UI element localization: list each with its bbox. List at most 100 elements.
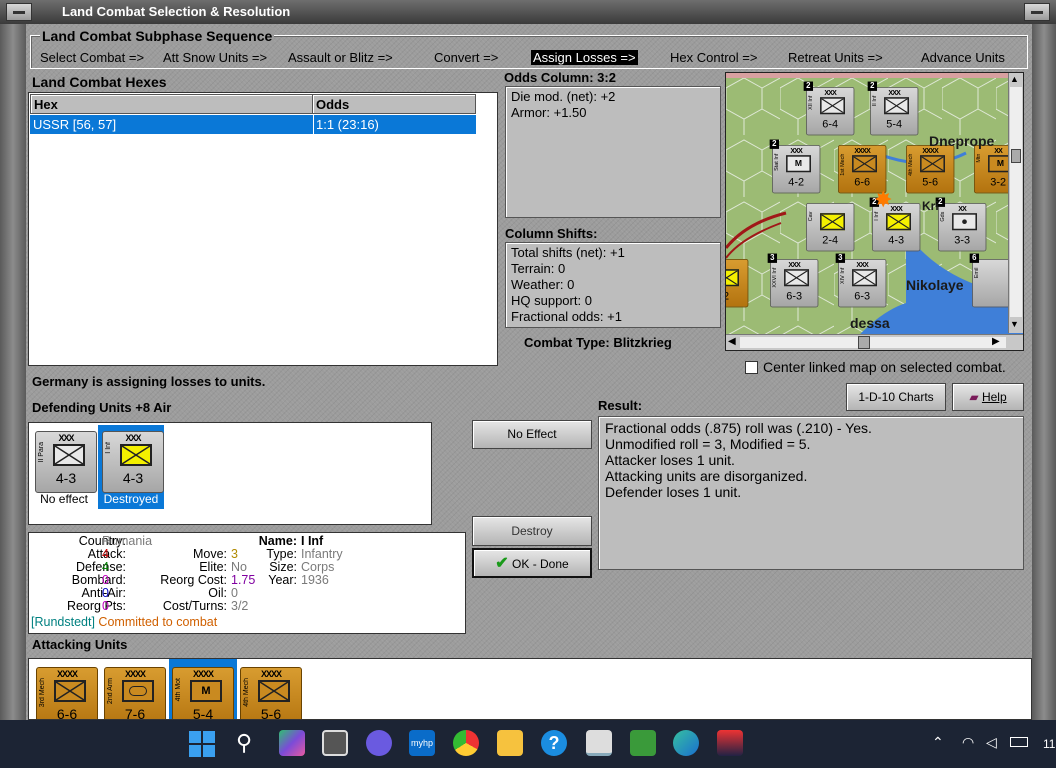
unit-symbol-icon [53,444,85,466]
notepad-icon[interactable] [630,730,656,756]
unit-symbol-icon [54,680,86,702]
chrome-icon[interactable] [453,730,479,756]
attacking-unit[interactable]: XXXX 4th Mech 5-6 [237,659,305,720]
defending-title: Defending Units +8 Air [32,400,172,415]
shift-line: Fractional odds: +1 [511,309,622,324]
unit-counter[interactable]: XXXX 2nd Arm 7-6 [104,667,166,719]
search-icon[interactable]: ⚲ [236,730,252,756]
help-app-icon[interactable]: ? [541,730,567,756]
unit-counter[interactable]: XXXX 4th Mech 5-6 [906,145,955,194]
map-label-kri: Kri [922,199,939,213]
unit-counter[interactable]: Cav 2-4 [806,203,855,252]
result-panel: Fractional odds (.875) roll was (.210) -… [598,416,1024,570]
unit-name: 1st Mech [840,153,846,176]
map-vscroll[interactable]: ▲ ▼ [1008,73,1023,333]
unit-name: 4th Mech [908,153,914,177]
stack-count-badge: 6 [969,253,980,263]
unit-counter[interactable]: XXXX 4th Mot M 5-4 [172,667,234,720]
subphase-steps: Select Combat => Att Snow Units => Assault… [38,50,1028,68]
right-frame [1032,24,1056,720]
unit-name: 2nd Arm [107,678,114,705]
battery-icon[interactable] [1010,737,1028,747]
start-icon[interactable] [189,731,215,757]
unit-counter[interactable]: XXX I Inf 4-3 [102,431,164,493]
clock[interactable]: 11 [1043,737,1055,751]
table-row[interactable]: USSR [56, 57] 1:1 (23:16) [30,115,476,134]
unit-symbol-icon [120,444,152,466]
unit-name: XIV Inf [840,267,846,284]
file-explorer-icon[interactable] [497,730,523,756]
copilot-icon[interactable] [279,730,305,756]
shift-line: Terrain: 0 [511,261,566,276]
wifi-icon[interactable]: ◠ [962,734,974,751]
defending-unit[interactable]: XXX I Inf 4-3 Destroyed [98,425,164,509]
odds-line: Armor: +1.50 [511,105,587,120]
unit-name: Cav [808,211,814,222]
edge-icon[interactable] [673,730,699,756]
unit-strength: 6-3 [786,289,803,302]
result-title: Result: [598,398,643,413]
shift-line: Weather: 0 [511,277,575,292]
subphase-title: Land Combat Subphase Sequence [40,28,275,44]
help-book-icon: ▰ [969,390,979,404]
unit-strength: 5-4 [192,706,214,720]
unit-symbol-icon: M [190,680,222,702]
unit-strength: 4-2 [788,175,805,188]
result-line: Attacker loses 1 unit. [605,452,735,468]
center-linked-checkbox[interactable] [745,361,758,374]
chevron-up-icon[interactable]: ⌃ [932,734,944,751]
map-view[interactable]: XXX XII Inf 6-4 2 XXX II Inf 5-4 2 XXX Stat Inf M 4… [725,72,1024,351]
attacking-panel: XXXX 3rd Mech 6-6 XXXX 2nd Arm 7-6 XXXX 4th Mot… [28,658,1032,720]
unit-counter[interactable]: XXX XIV Inf 6-3 3 [835,253,887,308]
meet-icon[interactable] [366,730,392,756]
no-effect-button[interactable]: No Effect [472,420,592,449]
committed-label: Committed to combat [98,615,218,629]
unit-counter[interactable]: XXX XII Inf 6-4 2 [803,81,855,136]
attacking-unit[interactable]: XXXX 2nd Arm 7-6 [101,659,169,719]
unit-counter[interactable]: XXXX 4th Mech 5-6 [240,667,302,720]
unit-name: 4th Mech [243,678,250,707]
col-hex-header[interactable]: Hex [30,94,313,114]
game-icon[interactable] [717,730,743,756]
unit-counter[interactable]: XXX II Inf 5-4 2 [867,81,919,136]
result-line: Fractional odds (.875) roll was (.210) -… [605,420,872,436]
attacking-unit[interactable]: XXXX 3rd Mech 6-6 [33,659,101,719]
odds-cell: 1:1 (23:16) [316,117,379,132]
snipping-tool-icon[interactable] [586,730,612,756]
unit-counter[interactable]: XXX II Para 4-3 [35,431,97,493]
unit-counter[interactable]: -2 [726,259,749,308]
unit-strength: 5-6 [922,175,939,188]
unit-name: XXVI Inf [772,267,778,288]
unit-counter[interactable]: XXX Stat Inf M 4-2 2 [769,139,821,194]
unit-symbol-icon [884,97,909,115]
stack-count-badge: 2 [803,81,814,91]
unit-counter[interactable]: XXX XXVI Inf 6-3 3 [767,253,819,308]
destroy-button[interactable]: Destroy [472,516,592,546]
volume-icon[interactable]: ◁ [986,734,997,751]
defending-unit[interactable]: XXX II Para 4-3 No effect [31,425,97,509]
info-values-3: I Inf Infantry Corps 1936 [301,534,343,587]
shift-line: Total shifts (net): +1 [511,245,625,260]
combat-burst-icon: ✸ [874,187,893,212]
myhp-icon[interactable]: myhp [409,730,435,756]
system-menu-button[interactable] [6,3,32,21]
help-button[interactable]: ▰ Help [952,383,1024,411]
map-hscroll[interactable]: ◀ ▶ [726,334,1023,350]
combat-type: Combat Type: Blitzkrieg [524,335,672,350]
unit-counter[interactable]: XXXX 3rd Mech 6-6 [36,667,98,719]
shifts-panel: Total shifts (net): +1 Terrain: 0 Weathe… [505,242,721,328]
info-values-1: Rumania 4 4 0 0 0 [102,534,153,613]
minimize-button[interactable] [1024,3,1050,21]
subphase-step: Select Combat => [40,50,145,65]
ok-done-button[interactable]: ✔ OK - Done [472,548,592,578]
charts-button[interactable]: 1-D-10 Charts [846,383,946,411]
attacking-unit[interactable]: XXXX 4th Mot M 5-4 [169,659,237,720]
info-commit-line: [Rundstedt] Committed to combat [31,616,217,629]
unit-name: Gds [940,211,946,222]
unit-symbol-icon [852,155,877,173]
col-odds-header[interactable]: Odds [312,94,476,114]
unit-counter[interactable]: XX Gds 3-3 2 [935,197,987,252]
unit-strength: 5-6 [260,706,282,720]
result-line: Attacking units are disorganized. [605,468,808,484]
task-view-icon[interactable] [322,730,348,756]
